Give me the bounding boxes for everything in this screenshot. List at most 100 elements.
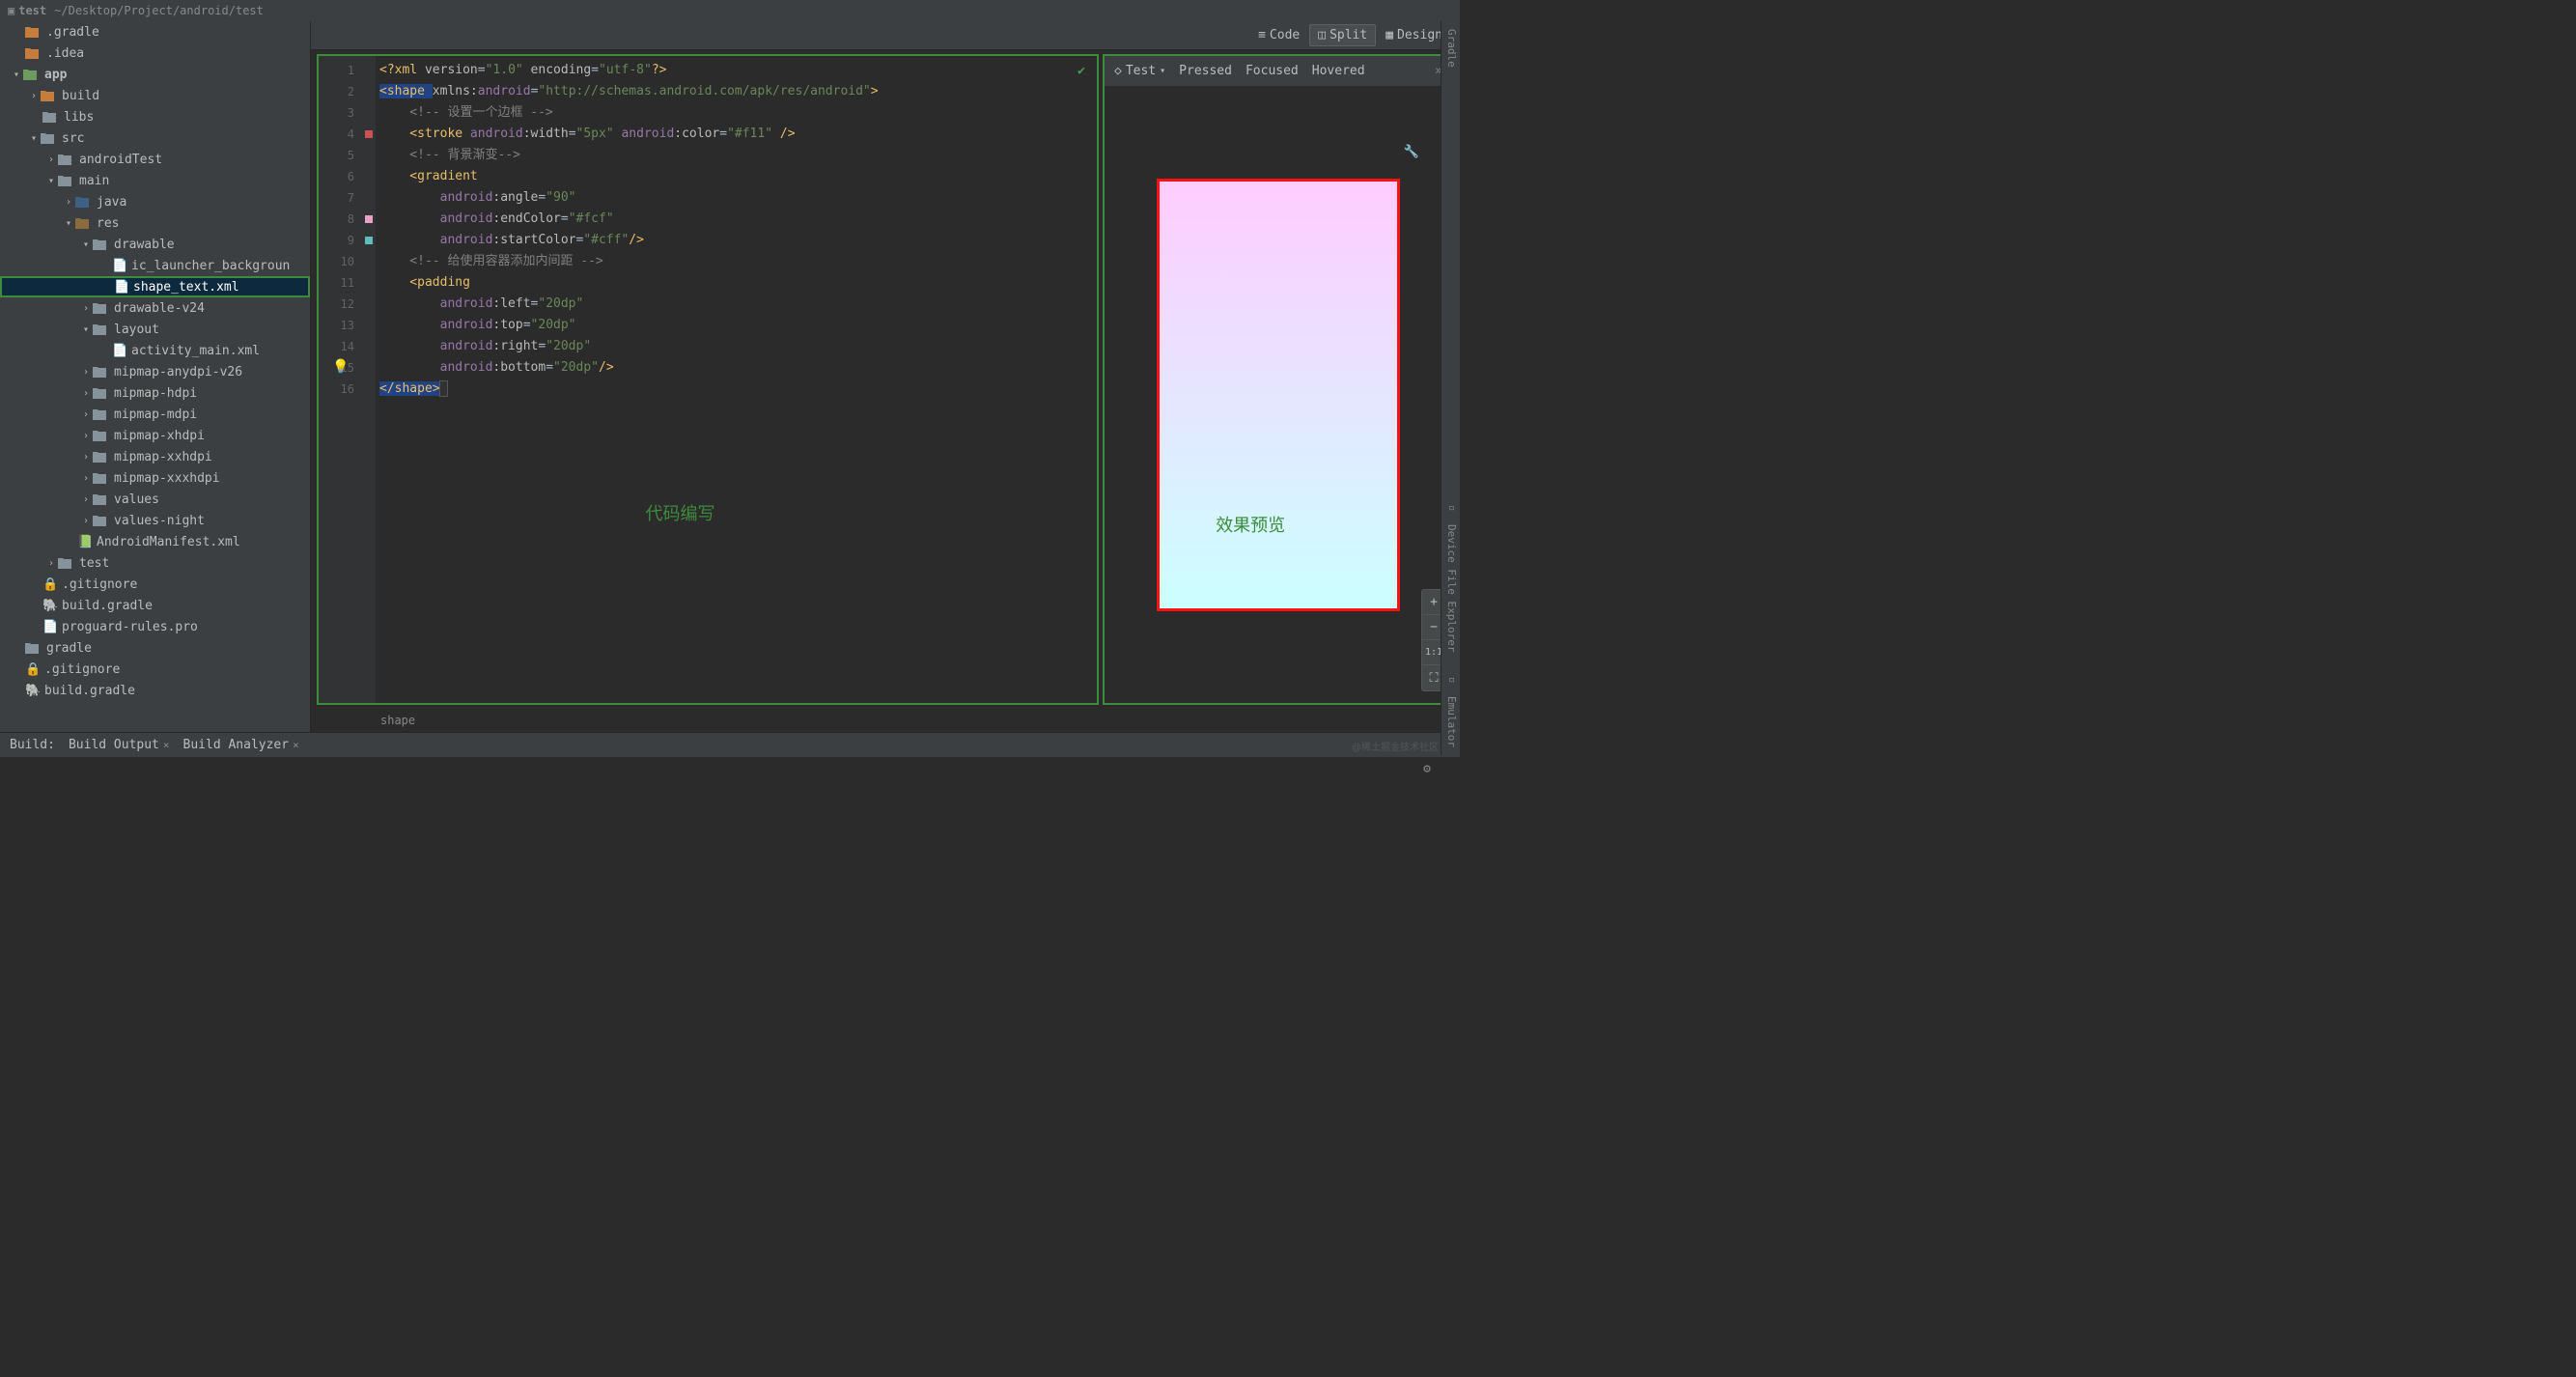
chevron-down-icon: ▾	[44, 176, 58, 186]
rail-tab-emulator[interactable]: ▫ Emulator	[1442, 669, 1460, 755]
preview-state-hovered[interactable]: Hovered	[1312, 64, 1365, 78]
chevron-right-icon: ›	[44, 558, 58, 569]
folder-icon	[58, 174, 73, 187]
module-icon	[23, 68, 39, 81]
code-content[interactable]: <?xml version="1.0" encoding="utf-8"?> <…	[376, 56, 1097, 703]
chevron-right-icon: ›	[79, 367, 93, 378]
file-icon: 📄	[42, 620, 58, 634]
xml-file-icon: 📄	[114, 280, 129, 295]
tree-folder-layout[interactable]: ▾layout	[0, 319, 310, 340]
gradle-icon: 🐘	[42, 599, 58, 613]
tree-folder-res[interactable]: ▾res	[0, 212, 310, 234]
tree-file-shapetext[interactable]: 📄shape_text.xml	[0, 276, 310, 297]
folder-icon	[93, 301, 108, 315]
intention-bulb-icon[interactable]: 💡	[332, 359, 349, 375]
view-mode-code[interactable]: ≡Code	[1250, 25, 1307, 45]
chevron-down-icon: ▾	[79, 324, 93, 335]
folder-icon	[93, 492, 108, 506]
project-name: test	[18, 4, 46, 17]
tree-folder-gradle2[interactable]: gradle	[0, 637, 310, 659]
tree-folder-drawable[interactable]: ▾drawable	[0, 234, 310, 255]
chevron-right-icon: ›	[62, 197, 75, 208]
gutter-marks	[362, 56, 376, 703]
close-icon[interactable]: ×	[293, 739, 299, 751]
chevron-down-icon: ▾	[62, 218, 75, 229]
folder-icon	[93, 238, 108, 251]
gear-icon[interactable]: ⚙	[1423, 762, 1431, 776]
wrench-icon[interactable]: 🔧	[1404, 145, 1419, 159]
color-swatch-icon	[365, 130, 373, 138]
tree-file-gitignore[interactable]: 🔒.gitignore	[0, 574, 310, 595]
folder-icon	[93, 323, 108, 336]
tree-folder-mipmap-xhdpi[interactable]: ›mipmap-xhdpi	[0, 425, 310, 446]
folder-icon	[25, 25, 41, 39]
chevron-right-icon: ›	[79, 388, 93, 399]
tree-folder-java[interactable]: ›java	[0, 191, 310, 212]
tab-build-analyzer[interactable]: Build Analyzer×	[183, 738, 299, 752]
chevron-down-icon: ▾	[1160, 66, 1165, 76]
folder-icon	[75, 216, 91, 230]
tree-folder-mipmap-xxxhdpi[interactable]: ›mipmap-xxxhdpi	[0, 467, 310, 489]
tree-file-proguard[interactable]: 📄proguard-rules.pro	[0, 616, 310, 637]
rail-tab-device-explorer[interactable]: ▫ Device File Explorer	[1442, 497, 1460, 660]
project-tree-panel[interactable]: .gradle .idea ▾app ›build libs ▾src ›and…	[0, 21, 311, 732]
view-mode-split[interactable]: ◫Split	[1309, 24, 1376, 46]
chevron-right-icon: ›	[79, 494, 93, 505]
build-label: Build:	[10, 738, 55, 752]
view-mode-design[interactable]: ▦Design	[1378, 25, 1450, 45]
folder-icon	[93, 365, 108, 379]
tree-file-iclauncher[interactable]: 📄ic_launcher_backgroun	[0, 255, 310, 276]
inspection-ok-icon[interactable]: ✔	[1078, 64, 1085, 78]
folder-icon	[93, 386, 108, 400]
folder-icon	[58, 153, 73, 166]
tree-folder-mipmap-hdpi[interactable]: ›mipmap-hdpi	[0, 382, 310, 404]
preview-config-dropdown[interactable]: ◇Test▾	[1114, 64, 1165, 78]
tree-folder-mipmap-any[interactable]: ›mipmap-anydpi-v26	[0, 361, 310, 382]
folder-icon	[58, 556, 73, 570]
folder-icon	[25, 46, 41, 60]
chevron-right-icon: ›	[27, 91, 41, 101]
tree-folder-idea[interactable]: .idea	[0, 42, 310, 64]
tree-file-manifest[interactable]: 📗AndroidManifest.xml	[0, 531, 310, 552]
tree-folder-app[interactable]: ▾app	[0, 64, 310, 85]
tree-folder-drawablev24[interactable]: ›drawable-v24	[0, 297, 310, 319]
tree-folder-src[interactable]: ▾src	[0, 127, 310, 149]
chevron-right-icon: ›	[79, 409, 93, 420]
tree-folder-androidtest[interactable]: ›androidTest	[0, 149, 310, 170]
annotation-preview: 效果预览	[1216, 512, 1285, 537]
shape-preview-render	[1157, 179, 1400, 611]
tab-build-output[interactable]: Build Output×	[69, 738, 170, 752]
chevron-right-icon: ›	[79, 516, 93, 526]
folder-icon	[93, 514, 108, 527]
right-tool-rail: Gradle ▫ Device File Explorer ▫ Emulator	[1441, 21, 1460, 755]
tree-folder-gradle[interactable]: .gradle	[0, 21, 310, 42]
tree-file-activitymain[interactable]: 📄activity_main.xml	[0, 340, 310, 361]
tree-folder-test[interactable]: ›test	[0, 552, 310, 574]
close-icon[interactable]: ×	[163, 739, 170, 751]
folder-icon	[93, 429, 108, 442]
tree-folder-values-night[interactable]: ›values-night	[0, 510, 310, 531]
tree-folder-libs[interactable]: libs	[0, 106, 310, 127]
design-preview-panel: ◇Test▾ Pressed Focused Hovered » 🔧 效果预览 …	[1103, 54, 1454, 705]
chevron-right-icon: ›	[79, 452, 93, 463]
watermark: @稀土掘金技术社区	[1352, 739, 1439, 753]
tree-file-root-gitignore[interactable]: 🔒.gitignore	[0, 659, 310, 680]
folder-icon	[93, 450, 108, 464]
preview-state-focused[interactable]: Focused	[1246, 64, 1299, 78]
tree-folder-mipmap-mdpi[interactable]: ›mipmap-mdpi	[0, 404, 310, 425]
tree-folder-main[interactable]: ▾main	[0, 170, 310, 191]
preview-canvas[interactable]: 🔧 效果预览 + − 1:1 ⛶	[1105, 87, 1452, 703]
folder-icon	[41, 89, 56, 102]
tree-folder-build[interactable]: ›build	[0, 85, 310, 106]
folder-icon	[42, 110, 58, 124]
folder-icon	[93, 471, 108, 485]
tree-folder-mipmap-xxhdpi[interactable]: ›mipmap-xxhdpi	[0, 446, 310, 467]
preview-state-pressed[interactable]: Pressed	[1179, 64, 1232, 78]
code-editor[interactable]: ✔ 12345678910111213141516 <?xml version=…	[317, 54, 1099, 705]
tree-file-buildgradle[interactable]: 🐘build.gradle	[0, 595, 310, 616]
tree-file-root-buildgradle[interactable]: 🐘build.gradle	[0, 680, 310, 701]
rail-tab-gradle[interactable]: Gradle	[1442, 25, 1460, 71]
folder-icon	[75, 195, 91, 209]
tree-folder-values[interactable]: ›values	[0, 489, 310, 510]
breadcrumb[interactable]: shape	[311, 709, 1460, 732]
